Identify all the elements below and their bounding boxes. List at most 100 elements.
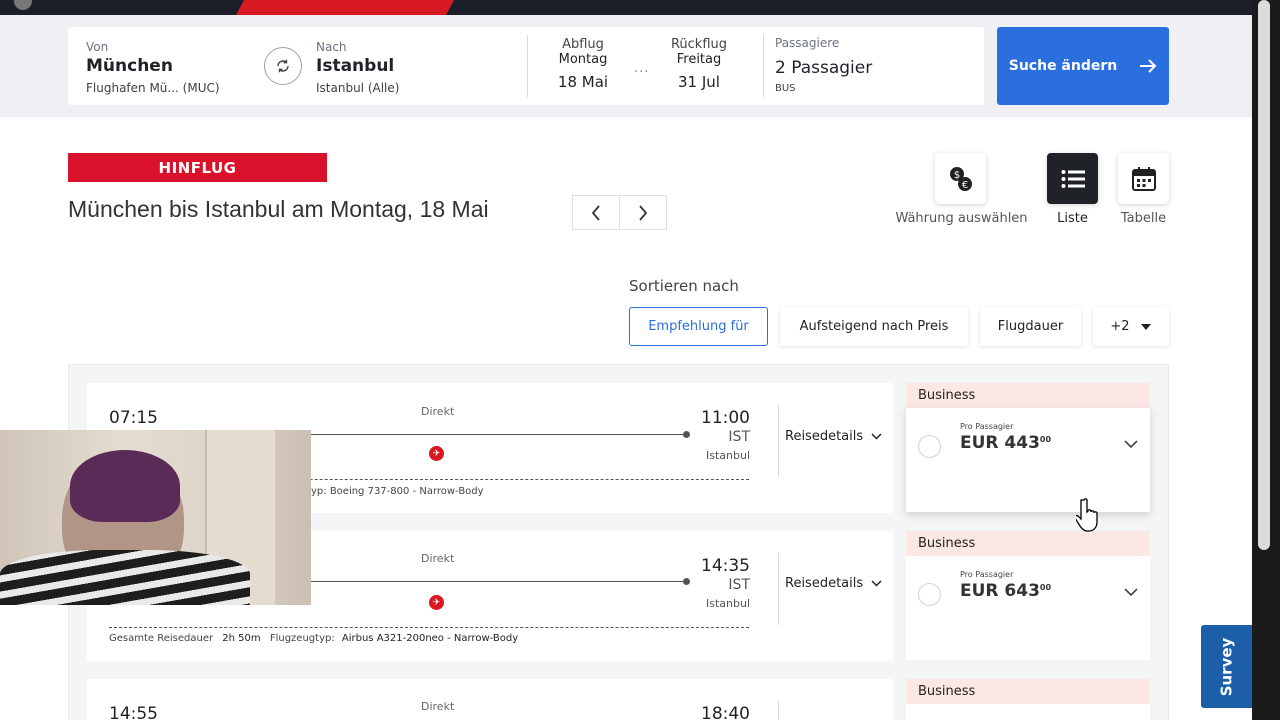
hand-cursor-icon [1074,497,1102,541]
price-cents: 00 [1039,435,1052,444]
outbound-date-field[interactable]: Abflug Montag 18 Mai [538,37,628,91]
list-view-label: Liste [1057,211,1088,226]
from-airport: Flughafen Mü... (MUC) [86,81,220,95]
divider [527,35,528,97]
date-navigation [572,195,667,230]
fare-class-label: Business [906,679,1150,704]
sort-label: Sortieren nach [629,277,739,295]
stops-label: Direkt [421,405,455,418]
route-line [307,431,690,438]
travel-details-toggle[interactable]: Reisedetails [785,429,882,444]
fare-radio[interactable] [918,583,941,606]
sort-duration-button[interactable]: Flugdauer [980,307,1081,346]
chevron-down-icon [871,580,882,587]
sort-more-label: +2 [1110,319,1130,334]
flight-card[interactable]: 14:55 Direkt 18:40 [87,679,893,720]
change-search-button[interactable]: Suche ändern [997,27,1169,105]
chevron-left-icon [591,204,600,221]
passengers-label: Passagiere [775,36,840,50]
page-title: München bis Istanbul am Montag, 18 Mai [68,196,489,222]
duration-value: 2h 50m [222,633,261,644]
arrival-time: 11:00 [701,408,750,428]
svg-text:€: € [961,180,967,191]
fare-radio[interactable] [918,435,941,458]
fare-class-label: Business [906,531,1150,556]
divider [763,35,764,97]
from-label: Von [86,40,109,54]
cabin-class: BUS [775,83,796,94]
route-line [307,578,690,585]
arrival-time: 14:35 [701,556,750,576]
fare-price: EUR 64300 [960,581,1051,601]
survey-tab[interactable]: Survey [1201,625,1252,708]
to-label: Nach [316,40,347,54]
currency-exchange-icon: $€ [949,166,972,191]
return-label: Rückflug [670,37,728,52]
change-search-label: Suche ändern [1008,58,1118,74]
fare-option[interactable]: Business Pro Passagier EUR 44300 [906,383,1150,512]
price-amount: EUR 643 [960,581,1040,601]
date-separator: ... [634,61,650,76]
arrival-city: Istanbul [705,597,750,610]
previous-day-button[interactable] [573,196,619,229]
list-view-button[interactable] [1047,153,1098,204]
airline-logo-icon: ✈ [429,595,444,610]
fare-body[interactable]: Pro Passagier EUR 64300 [906,556,1150,660]
search-summary-bar: Von München Flughafen Mü... (MUC) Nach I… [0,15,1252,117]
duration-label: Gesamte Reisedauer [109,633,214,644]
divider [778,701,779,720]
flight-meta: yp: Boeing 737-800 - Narrow-Body [311,486,484,497]
arrival-airport-code: IST [728,577,750,593]
page-scrollbar[interactable] [1252,0,1280,720]
chevron-down-icon[interactable] [1124,440,1138,449]
svg-text:$: $ [953,170,959,181]
table-view-label: Tabelle [1120,211,1167,226]
arrival-time: 18:40 [701,704,750,720]
outbound-day: Montag [558,52,608,67]
arrow-right-icon [1140,59,1157,73]
to-city[interactable]: Istanbul [316,56,394,76]
departure-time: 14:55 [109,704,158,720]
table-view-button[interactable] [1118,153,1169,204]
from-city[interactable]: München [86,56,173,76]
outbound-date: 18 Mai [557,73,609,91]
arrival-airport-code: IST [728,429,750,445]
per-passenger-label: Pro Passagier [960,422,1014,431]
swap-route-icon[interactable] [264,47,302,85]
airline-logo-icon: ✈ [429,446,444,461]
chevron-down-icon [871,433,882,440]
passengers-value[interactable]: 2 Passagier [775,58,872,78]
search-summary-box: Von München Flughafen Mü... (MUC) Nach I… [68,27,984,105]
travel-details-label: Reisedetails [785,576,864,591]
calendar-icon [1131,166,1156,191]
currency-button[interactable]: $ € [935,153,986,204]
webcam-person-shirt [0,550,250,605]
sort-more-button[interactable]: +2 [1093,307,1169,346]
top-nav-bar [0,0,1280,15]
chevron-down-icon[interactable] [1124,588,1138,597]
fare-price: EUR 44300 [960,433,1051,453]
airline-logo-icon[interactable] [14,0,32,10]
chevron-right-icon [639,204,648,221]
sort-price-button[interactable]: Aufsteigend nach Preis [780,307,968,346]
fare-body[interactable] [906,704,1150,720]
fare-class-label: Business [906,383,1150,408]
scrollbar-thumb[interactable] [1258,0,1270,550]
travel-details-label: Reisedetails [785,429,864,444]
per-passenger-label: Pro Passagier [960,570,1014,579]
return-date-field[interactable]: Rückflug Freitag 31 Jul [654,37,744,91]
divider [778,553,779,625]
fare-option[interactable]: Business [906,679,1150,720]
travel-details-toggle[interactable]: Reisedetails [785,576,882,591]
arrival-city: Istanbul [705,449,750,462]
list-icon [1061,169,1085,188]
stops-label: Direkt [421,700,455,713]
flight-meta: Gesamte Reisedauer 2h 50m Flugzeugtyp: A… [109,633,518,644]
divider [109,627,749,628]
webcam-person-hair [70,450,180,522]
next-day-button[interactable] [619,196,666,229]
fare-option[interactable]: Business Pro Passagier EUR 64300 [906,531,1150,660]
sort-recommended-button[interactable]: Empfehlung für [629,307,768,346]
fare-body[interactable]: Pro Passagier EUR 44300 [906,408,1150,512]
price-amount: EUR 443 [960,433,1040,453]
